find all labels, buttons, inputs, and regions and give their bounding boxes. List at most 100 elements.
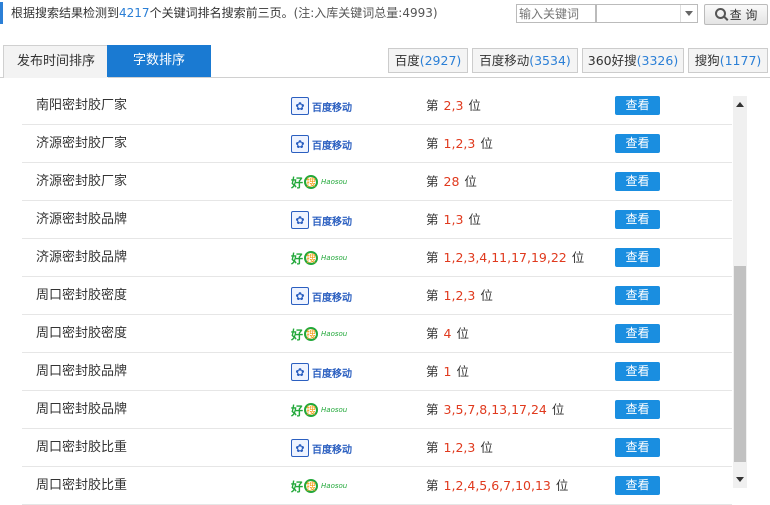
rank-positions: 第 28 位 (426, 163, 477, 200)
list-scrollbar[interactable] (733, 96, 747, 488)
rank-values: 1,2,4,5,6,7,10,13 (443, 478, 551, 493)
scroll-down-arrow-icon[interactable] (736, 477, 744, 482)
rank-suffix: 位 (480, 440, 493, 455)
rank-prefix: 第 (426, 250, 439, 265)
summary-prefix: 根据搜索结果检测到 (11, 6, 120, 20)
query-button-label: 查 询 (729, 8, 758, 22)
keyword-text: 周口密封胶品牌 (36, 364, 128, 379)
baidu-paw-icon: ✿ (291, 439, 309, 457)
view-button[interactable]: 查看 (615, 134, 660, 153)
haosou-logo: 好搜 Haosou (291, 400, 347, 420)
table-row: 济源密封胶品牌 ✿ 百度移动 第 1,3 位 查看 (22, 201, 732, 239)
rank-positions: 第 1,2,3 位 (426, 277, 493, 314)
baidu-mobile-logo: ✿ 百度移动 (291, 210, 352, 230)
rank-suffix: 位 (551, 402, 565, 417)
haosou-logo-mark: 好 (291, 403, 304, 418)
table-row: 济源密封胶品牌 好搜 Haosou 第 1,2,3,4,11,17,19,22 位 查… (22, 239, 732, 277)
rank-values: 3,5,7,8,13,17,24 (443, 402, 547, 417)
haosou-logo-mark: 好 (291, 175, 304, 190)
view-button[interactable]: 查看 (615, 172, 660, 191)
engine-count: (3534) (529, 53, 571, 68)
haosou-logo-mark: 好 (291, 327, 304, 342)
keyword-text: 济源密封胶厂家 (36, 136, 128, 151)
rank-values: 1,3 (443, 212, 464, 227)
haosou-logo: 好搜 Haosou (291, 248, 347, 268)
baidu-paw-icon: ✿ (291, 135, 309, 153)
engine-name: 360好搜 (587, 53, 637, 68)
rank-suffix: 位 (456, 364, 469, 379)
table-row: 南阳密封胶厂家 ✿ 百度移动 第 2,3 位 查看 (22, 87, 732, 125)
rank-suffix: 位 (480, 136, 493, 151)
haosou-q-icon: 搜 (304, 403, 319, 417)
haosou-logo: 好搜 Haosou (291, 476, 347, 496)
baidu-paw-icon: ✿ (291, 97, 309, 115)
engine-filter-baidu-mobile[interactable]: 百度移动(3534) (472, 48, 578, 73)
view-button[interactable]: 查看 (615, 476, 660, 495)
rank-positions: 第 1,2,4,5,6,7,10,13 位 (426, 467, 568, 504)
haosou-logo-caption: Haosou (321, 406, 348, 414)
haosou-q-icon: 搜 (304, 327, 319, 341)
table-row: 周口密封胶密度 好搜 Haosou 第4位 查看 (22, 315, 732, 353)
rank-prefix: 第 (426, 402, 439, 417)
view-button[interactable]: 查看 (615, 438, 660, 457)
haosou-logo: 好搜 Haosou (291, 172, 347, 192)
rank-suffix: 位 (555, 478, 569, 493)
tab-sort-by-word-count[interactable]: 字数排序 (107, 45, 211, 77)
tab-sort-by-publish-time[interactable]: 发布时间排序 (3, 45, 109, 78)
table-row: 周口密封胶密度 ✿ 百度移动 第 1,2,3 位 查看 (22, 277, 732, 315)
rank-positions: 第 1,2,3 位 (426, 125, 493, 162)
view-button[interactable]: 查看 (615, 210, 660, 229)
table-row: 周口密封胶比重 好搜 Haosou 第 1,2,4,5,6,7,10,13 位 查看 (22, 467, 732, 505)
keyword-text: 周口密封胶品牌 (36, 402, 128, 417)
view-button[interactable]: 查看 (615, 324, 660, 343)
engine-filter-sogou[interactable]: 搜狗(1177) (688, 48, 768, 73)
haosou-logo-caption: Haosou (321, 178, 348, 186)
view-button[interactable]: 查看 (615, 362, 660, 381)
view-button[interactable]: 查看 (615, 248, 660, 267)
baidu-mobile-logo: ✿ 百度移动 (291, 438, 352, 458)
result-summary: 根据搜索结果检测到4217个关键词排名搜索前三页。(注:入库关键词总量:4993… (0, 2, 438, 24)
baidu-paw-icon: ✿ (291, 363, 309, 381)
chevron-down-icon[interactable] (680, 5, 697, 22)
keyword-search-input[interactable] (516, 4, 596, 23)
rank-values: 1,2,3 (443, 288, 476, 303)
rank-prefix: 第 (426, 478, 439, 493)
engine-count: (1177) (719, 53, 762, 68)
haosou-q-icon: 搜 (304, 479, 319, 493)
view-button[interactable]: 查看 (615, 286, 660, 305)
rank-suffix: 位 (468, 98, 481, 113)
table-row: 济源密封胶厂家 ✿ 百度移动 第 1,2,3 位 查看 (22, 125, 732, 163)
baidu-mobile-logo: ✿ 百度移动 (291, 286, 352, 306)
view-button[interactable]: 查看 (615, 96, 660, 115)
engine-name: 百度移动 (479, 53, 530, 68)
rank-suffix: 位 (456, 326, 469, 341)
rank-values: 4 (443, 326, 452, 341)
view-button[interactable]: 查看 (615, 400, 660, 419)
engine-select[interactable] (596, 4, 698, 23)
engine-filter-baidu[interactable]: 百度(2927) (388, 48, 468, 73)
keyword-text: 周口密封胶比重 (36, 478, 128, 493)
keyword-text: 周口密封胶密度 (36, 326, 128, 341)
sort-tab-bar: 发布时间排序 字数排序 百度(2927) 百度移动(3534) 360好搜(33… (0, 45, 770, 78)
table-row: 周口密封胶品牌 ✿ 百度移动 第1位 查看 (22, 353, 732, 391)
rank-positions: 第 3,5,7,8,13,17,24 位 (426, 391, 564, 428)
scrollbar-thumb[interactable] (734, 266, 746, 462)
baidu-mobile-logo-text: 百度移动 (312, 292, 352, 304)
rank-positions: 第 1,2,3 位 (426, 429, 493, 466)
baidu-mobile-logo-text: 百度移动 (312, 140, 352, 152)
rank-positions: 第 1,2,3,4,11,17,19,22 位 (426, 239, 584, 276)
summary-note: (注:入库关键词总量:4993) (293, 6, 438, 20)
query-button[interactable]: 查 询 (704, 4, 768, 25)
scroll-up-arrow-icon[interactable] (736, 102, 744, 107)
rank-values: 1,2,3,4,11,17,19,22 (443, 250, 567, 265)
rank-positions: 第 2,3 位 (426, 87, 481, 124)
baidu-paw-icon: ✿ (291, 287, 309, 305)
search-icon (714, 8, 726, 19)
keyword-text: 南阳密封胶厂家 (36, 98, 128, 113)
keyword-text: 济源密封胶厂家 (36, 174, 128, 189)
haosou-logo-caption: Haosou (321, 254, 348, 262)
keyword-text: 周口密封胶密度 (36, 288, 128, 303)
baidu-mobile-logo: ✿ 百度移动 (291, 96, 352, 116)
engine-count: (3326) (636, 53, 679, 68)
engine-filter-360-haosou[interactable]: 360好搜(3326) (582, 48, 684, 73)
